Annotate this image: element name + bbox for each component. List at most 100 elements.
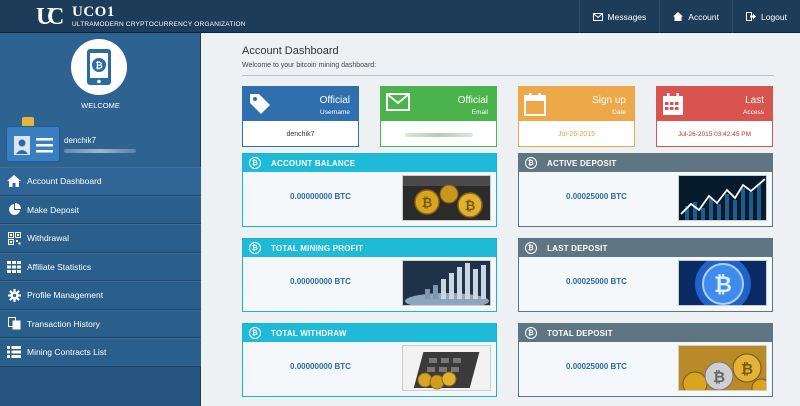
panel-amount: 0.00025000 BTC [566, 362, 627, 371]
sidebar-item-label: Withdrawal [27, 233, 70, 244]
svg-text:₿: ₿ [465, 198, 476, 213]
sidebar-item-label: Mining Contracts List [27, 347, 107, 358]
panel-last-deposit: ₿ LAST DEPOSIT 0.00025000 BTC ₿ [518, 238, 773, 312]
logout-label: Logout [761, 11, 787, 22]
panel-title: TOTAL DEPOSIT [547, 328, 613, 338]
avatar: ₿ [71, 39, 127, 95]
panel-title: LAST DEPOSIT [547, 243, 608, 253]
stat-card-last-access: Last Access Jul-26-2015 03:42:45 PM [656, 86, 773, 147]
panel-title: TOTAL WITHDRAW [271, 328, 347, 338]
documents-icon [7, 317, 20, 330]
qr-code-icon [7, 231, 21, 245]
sidebar-item-label: Account Dashboard [27, 176, 102, 187]
calendar-icon [524, 93, 546, 116]
sidebar-item-withdrawal[interactable]: Withdrawal [0, 224, 201, 253]
panel-active-deposit: ₿ ACTIVE DEPOSIT 0.00025000 BTC [518, 153, 773, 227]
calendar-grid-icon [663, 93, 683, 115]
id-card-icon [6, 126, 60, 162]
stat-title: Last [745, 95, 764, 106]
envelope-icon [386, 93, 410, 111]
gold-bitcoins-image: ₿ ₿ [678, 345, 767, 391]
sidebar-item-profile-management[interactable]: Profile Management [0, 281, 201, 310]
svg-text:₿: ₿ [713, 369, 725, 386]
envelope-icon [592, 12, 603, 21]
sidebar: ₿ WELCOME denchik7 Account Dashboard Mak… [0, 33, 201, 406]
panel-amount: 0.00000000 BTC [290, 362, 351, 371]
panel-title: TOTAL MINING PROFIT [271, 243, 364, 253]
sidebar-item-make-deposit[interactable]: Make Deposit [0, 195, 201, 224]
panel-amount: 0.00000000 BTC [290, 192, 351, 201]
svg-text:₿: ₿ [422, 195, 433, 210]
messages-link[interactable]: Messages [578, 0, 660, 33]
username: denchik7 [64, 136, 97, 145]
stat-title: Official [319, 95, 350, 106]
logo-subtitle: ULTRAMODERN CRYPTOCURRENCY ORGANIZATION [72, 21, 246, 28]
panel-title: ACCOUNT BALANCE [271, 158, 356, 168]
panel-title: ACTIVE DEPOSIT [547, 158, 617, 168]
svg-text:₿: ₿ [714, 272, 732, 297]
grid-icon [7, 260, 21, 273]
stat-title: Official [457, 95, 488, 106]
bitcoin-coins-image: ₿ ₿ [402, 175, 491, 221]
sidebar-menu: Account Dashboard Make Deposit Withdrawa… [0, 167, 201, 367]
pie-chart-icon [8, 203, 21, 216]
top-nav: Messages Account Logout [578, 0, 800, 33]
bitcoin-phone-icon: ₿ [87, 49, 111, 85]
stat-subtitle: Username [320, 109, 350, 116]
bitcoin-icon: ₿ [525, 242, 537, 254]
stat-subtitle: Access [743, 109, 764, 116]
panel-amount: 0.00025000 BTC [566, 277, 627, 286]
sidebar-item-mining-contracts-list[interactable]: Mining Contracts List [0, 338, 201, 367]
panel-total-deposit: ₿ TOTAL DEPOSIT 0.00025000 BTC ₿ ₿ [518, 323, 773, 397]
sidebar-item-label: Affiliate Statistics [27, 261, 92, 272]
panel-total-withdraw: ₿ TOTAL WITHDRAW 0.00000000 BTC [242, 323, 497, 397]
stat-subtitle: Date [612, 109, 626, 116]
coins-calculator-image [402, 345, 491, 391]
sidebar-item-label: Transaction History [27, 318, 100, 329]
panel-account-balance: ₿ ACCOUNT BALANCE 0.00000000 BTC ₿ ₿ [242, 153, 497, 227]
account-link[interactable]: Account [659, 0, 732, 33]
page-subtitle: Welcome to your bitcoin mining dashboard… [242, 62, 377, 69]
welcome-text: WELCOME [81, 101, 120, 110]
main-content: Account Dashboard Welcome to your bitcoi… [201, 33, 800, 406]
logo-mark-icon: UC [36, 4, 65, 30]
stat-title: Sign up [592, 95, 626, 106]
panel-amount: 0.00000000 BTC [290, 277, 351, 286]
sidebar-item-affiliate-statistics[interactable]: Affiliate Statistics [0, 252, 201, 281]
stat-card-signup-date: Sign up Date Jul-26-2015 [518, 86, 635, 147]
logout-link[interactable]: Logout [732, 0, 800, 33]
divider [242, 75, 774, 76]
gear-icon [7, 288, 21, 302]
svg-text:₿: ₿ [741, 361, 753, 378]
sidebar-item-label: Make Deposit [27, 204, 79, 215]
user-email-blurred [64, 149, 136, 153]
logo-title: UCO1 [72, 4, 115, 20]
svg-text:₿: ₿ [95, 61, 102, 71]
sidebar-item-transaction-history[interactable]: Transaction History [0, 309, 201, 338]
welcome-block: ₿ WELCOME denchik7 [0, 33, 200, 167]
bitcoin-icon: ₿ [525, 157, 537, 169]
stat-card-email: Official Email [380, 86, 497, 147]
logout-icon [746, 12, 756, 21]
home-icon [7, 175, 21, 188]
sidebar-item-label: Profile Management [27, 290, 104, 301]
stat-card-username: Official Username denchik7 [242, 86, 359, 147]
tags-icon [250, 94, 270, 114]
sidebar-item-account-dashboard[interactable]: Account Dashboard [0, 167, 201, 196]
stat-value: denchik7 [286, 131, 315, 138]
messages-label: Messages [607, 11, 647, 22]
stat-value-blurred [381, 121, 496, 148]
bitcoin-icon: ₿ [525, 327, 537, 339]
home-icon [673, 12, 684, 21]
top-bar: UC UCO1 ULTRAMODERN CRYPTOCURRENCY ORGAN… [0, 0, 800, 33]
list-icon [7, 346, 21, 359]
stock-chart-image [678, 175, 767, 221]
panel-total-mining-profit: ₿ TOTAL MINING PROFIT 0.00000000 BTC [242, 238, 497, 312]
bitcoin-icon: ₿ [249, 327, 261, 339]
account-label: Account [688, 11, 719, 22]
stat-subtitle: Email [471, 109, 488, 116]
bitcoin-icon: ₿ [249, 242, 261, 254]
logo[interactable]: UC UCO1 ULTRAMODERN CRYPTOCURRENCY ORGAN… [36, 3, 246, 31]
page-title: Account Dashboard [242, 45, 339, 57]
bitcoin-icon: ₿ [249, 157, 261, 169]
